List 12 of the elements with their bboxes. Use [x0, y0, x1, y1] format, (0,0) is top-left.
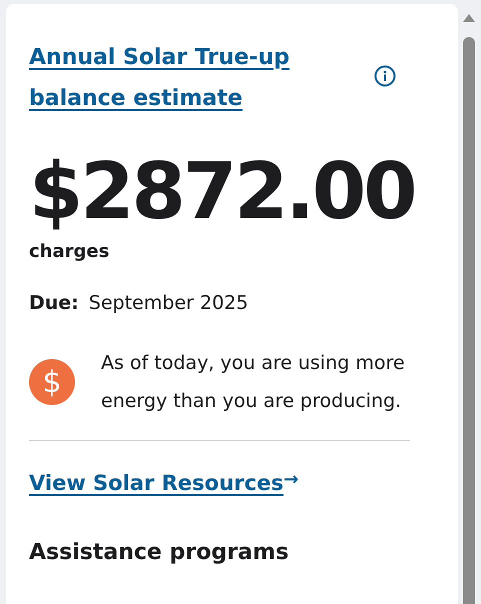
due-date: September 2025 — [88, 292, 248, 314]
solar-resources-link[interactable]: View Solar Resources→ — [29, 471, 299, 495]
section-heading: Assistance programs — [29, 540, 290, 565]
due-label: Due: — [29, 292, 79, 314]
scrollbar-thumb[interactable] — [463, 37, 475, 604]
amount-label: charges — [29, 241, 110, 262]
scroll-up-icon[interactable] — [463, 14, 475, 22]
title-link[interactable]: Annual Solar True-up balance estimate — [29, 37, 329, 119]
dollar-icon: $ — [29, 359, 75, 405]
usage-message: As of today, you are using more energy than you are producing. — [101, 351, 406, 414]
info-icon[interactable] — [374, 65, 396, 87]
balance-amount: $2872.00 — [29, 147, 416, 237]
